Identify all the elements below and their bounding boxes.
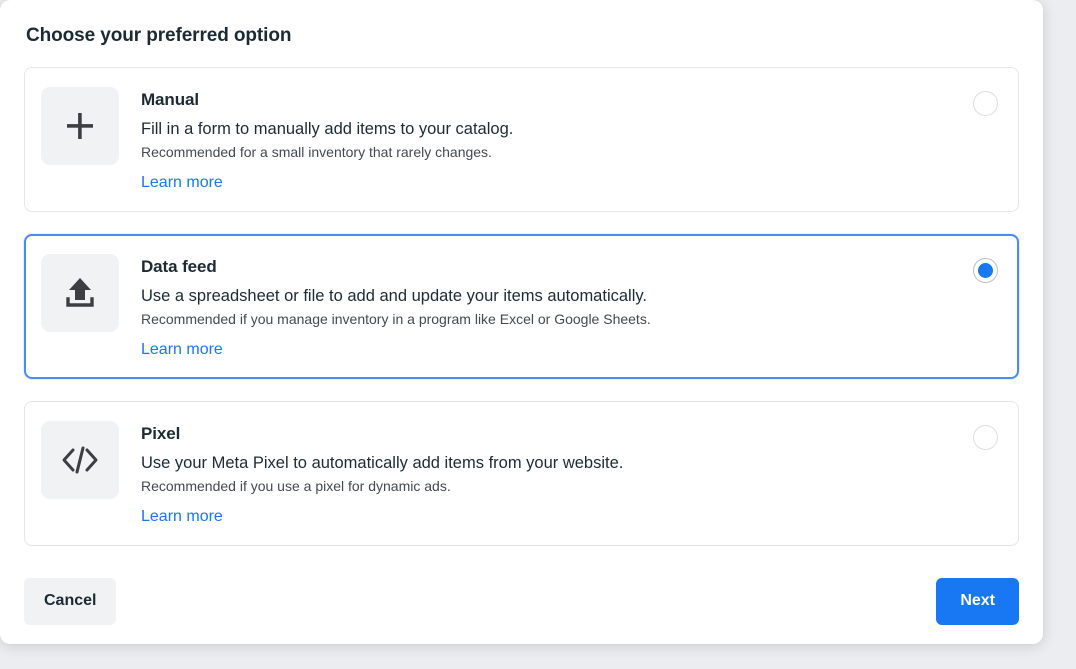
dialog-footer: Cancel Next — [0, 558, 1043, 644]
option-text-pixel: Pixel Use your Meta Pixel to automatical… — [141, 421, 959, 527]
choose-option-dialog: Choose your preferred option Manual Fill… — [0, 0, 1043, 644]
learn-more-link[interactable]: Learn more — [141, 340, 223, 360]
option-description: Use a spreadsheet or file to add and upd… — [141, 287, 647, 305]
option-title: Pixel — [141, 424, 181, 443]
cancel-button[interactable]: Cancel — [24, 577, 117, 625]
screen: Choose your preferred option Manual Fill… — [0, 0, 1076, 669]
radio-data-feed[interactable] — [973, 258, 998, 283]
option-description: Use your Meta Pixel to automatically add… — [141, 454, 624, 472]
icon-tile-manual — [41, 87, 119, 165]
option-title: Manual — [141, 90, 199, 109]
radio-manual[interactable] — [973, 91, 998, 116]
icon-tile-data-feed — [41, 254, 119, 332]
dialog-body: Choose your preferred option Manual Fill… — [0, 0, 1043, 546]
option-list: Manual Fill in a form to manually add it… — [24, 67, 1019, 546]
upload-icon — [62, 275, 98, 311]
option-text-data-feed: Data feed Use a spreadsheet or file to a… — [141, 254, 959, 360]
learn-more-link[interactable]: Learn more — [141, 507, 223, 527]
option-text-manual: Manual Fill in a form to manually add it… — [141, 87, 959, 193]
plus-icon — [63, 109, 97, 143]
option-card-pixel[interactable]: Pixel Use your Meta Pixel to automatical… — [24, 401, 1019, 546]
option-card-manual[interactable]: Manual Fill in a form to manually add it… — [24, 67, 1019, 212]
code-icon — [60, 444, 100, 476]
page-title: Choose your preferred option — [26, 25, 292, 46]
option-description: Fill in a form to manually add items to … — [141, 120, 514, 138]
radio-pixel[interactable] — [973, 425, 998, 450]
option-recommendation: Recommended if you use a pixel for dynam… — [141, 478, 451, 494]
next-button[interactable]: Next — [936, 577, 1019, 625]
option-recommendation: Recommended if you manage inventory in a… — [141, 311, 651, 327]
radio-dot — [978, 263, 993, 278]
option-recommendation: Recommended for a small inventory that r… — [141, 144, 492, 160]
option-title: Data feed — [141, 257, 217, 276]
icon-tile-pixel — [41, 421, 119, 499]
learn-more-link[interactable]: Learn more — [141, 173, 223, 193]
option-card-data-feed[interactable]: Data feed Use a spreadsheet or file to a… — [24, 234, 1019, 379]
